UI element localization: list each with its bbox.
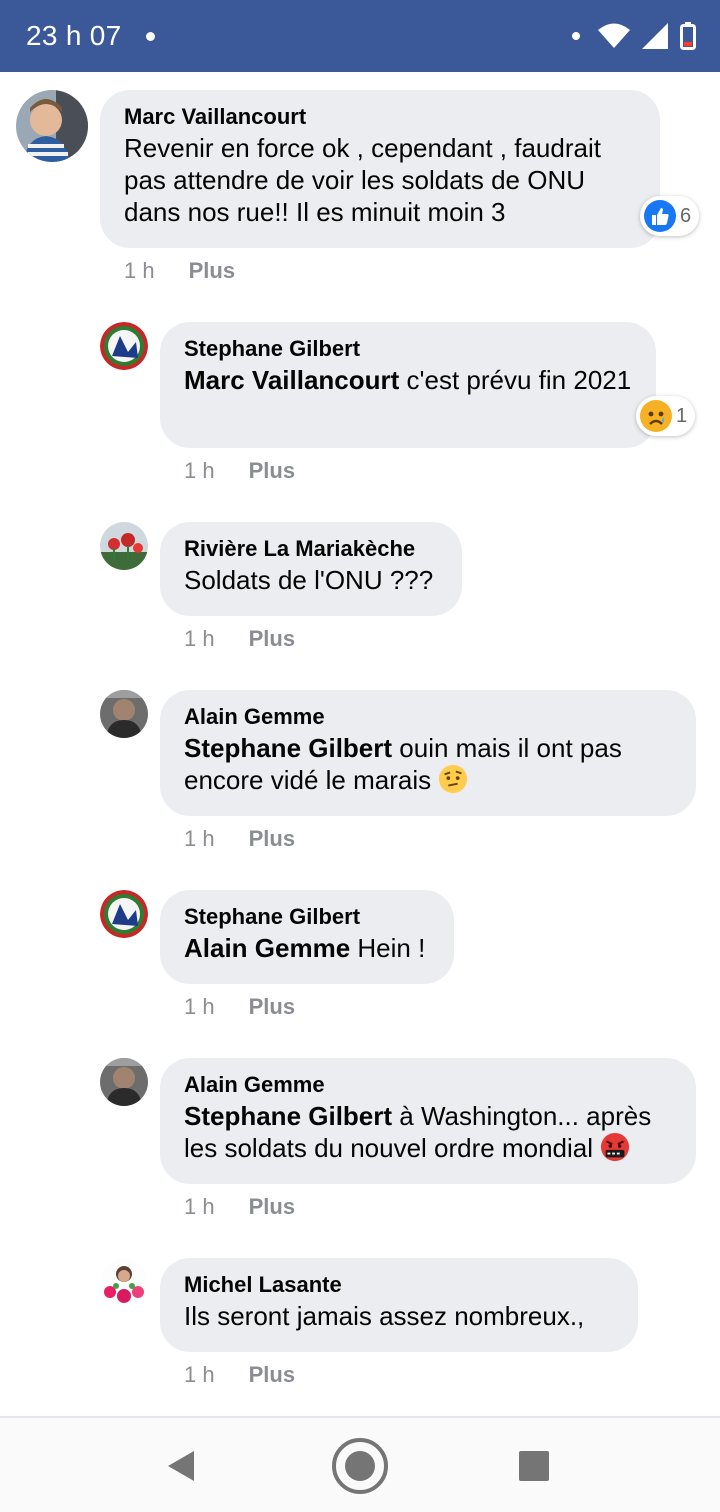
reaction-count: 1: [676, 404, 688, 427]
mention-link[interactable]: Marc Vaillancourt: [184, 365, 399, 395]
status-icons: [572, 20, 696, 52]
cursing-face-emoji-icon: [601, 1132, 630, 1162]
reaction-badge[interactable]: 1: [636, 396, 696, 436]
comment-time: 1 h: [184, 1194, 215, 1219]
comment-time: 1 h: [184, 994, 215, 1019]
mention-link[interactable]: Stephane Gilbert: [184, 1101, 392, 1131]
recents-icon: [519, 1451, 549, 1481]
comment-author[interactable]: Stephane Gilbert: [184, 334, 632, 364]
comment-author[interactable]: Alain Gemme: [184, 702, 672, 732]
more-button[interactable]: Plus: [249, 458, 295, 484]
comment-time: 1 h: [184, 1362, 215, 1387]
comment-text: Revenir en force ok , cependant , faudra…: [124, 133, 601, 227]
comment-text: Ils seront jamais assez nombreux.,: [184, 1301, 585, 1331]
status-dot-icon: [572, 32, 580, 40]
avatar[interactable]: [16, 90, 88, 162]
avatar[interactable]: [100, 1258, 148, 1306]
avatar[interactable]: [100, 1058, 148, 1106]
notification-dot-icon: [146, 32, 155, 41]
home-button[interactable]: [330, 1436, 390, 1496]
comment-author[interactable]: Marc Vaillancourt: [124, 102, 636, 132]
back-icon: [168, 1451, 194, 1481]
comment-bubble[interactable]: Rivière La Mariakèche Soldats de l'ONU ?…: [160, 522, 462, 616]
comment-author[interactable]: Rivière La Mariakèche: [184, 534, 438, 564]
comment-author[interactable]: Stephane Gilbert: [184, 902, 430, 932]
wifi-icon: [598, 23, 630, 48]
mention-link[interactable]: Stephane Gilbert: [184, 733, 392, 763]
sad-face-icon: [640, 400, 672, 432]
more-button[interactable]: Plus: [249, 1362, 295, 1388]
avatar[interactable]: [100, 322, 148, 370]
battery-low-icon: [680, 22, 696, 50]
reaction-badge[interactable]: 6: [640, 196, 700, 236]
avatar[interactable]: [100, 690, 148, 738]
comment-time: 1 h: [184, 826, 215, 851]
comment-meta: 1 h Plus: [184, 994, 295, 1020]
more-button[interactable]: Plus: [249, 994, 295, 1020]
comment-body: Hein !: [350, 933, 426, 963]
comment-bubble[interactable]: Marc Vaillancourt Revenir en force ok , …: [100, 90, 660, 248]
comment-bubble[interactable]: Stephane Gilbert Alain Gemme Hein !: [160, 890, 454, 984]
more-button[interactable]: Plus: [189, 258, 235, 284]
home-icon: [332, 1438, 388, 1494]
more-button[interactable]: Plus: [249, 826, 295, 852]
recents-button[interactable]: [504, 1436, 564, 1496]
comment-meta: 1 h Plus: [184, 826, 295, 852]
comment-time: 1 h: [184, 458, 215, 483]
comment-meta: 1 h Plus: [124, 258, 235, 284]
comment-time: 1 h: [124, 258, 155, 283]
comment-author[interactable]: Michel Lasante: [184, 1270, 614, 1300]
comment-bubble[interactable]: Michel Lasante Ils seront jamais assez n…: [160, 1258, 638, 1352]
comment-body: c'est prévu fin 2021: [399, 365, 632, 395]
comment-text: Stephane Gilbert à Washington... après l…: [184, 1100, 672, 1164]
raised-eyebrow-emoji-icon: [439, 764, 468, 794]
comment-bubble[interactable]: Alain Gemme Stephane Gilbert à Washingto…: [160, 1058, 696, 1184]
avatar[interactable]: [100, 522, 148, 570]
comment-meta: 1 h Plus: [184, 626, 295, 652]
more-button[interactable]: Plus: [249, 1194, 295, 1220]
comment-text: Stephane Gilbert ouin mais il ont pas en…: [184, 732, 672, 796]
like-icon: [644, 200, 676, 232]
navigation-bar: [0, 1416, 720, 1512]
back-button[interactable]: [152, 1436, 212, 1496]
comment-text: Alain Gemme Hein !: [184, 932, 430, 964]
comment-time: 1 h: [184, 626, 215, 651]
comment-text: Marc Vaillancourt c'est prévu fin 2021: [184, 364, 632, 396]
avatar[interactable]: [100, 890, 148, 938]
comment-meta: 1 h Plus: [184, 1194, 295, 1220]
reaction-count: 6: [680, 204, 692, 227]
comment-bubble[interactable]: Stephane Gilbert Marc Vaillancourt c'est…: [160, 322, 656, 448]
comment-author[interactable]: Alain Gemme: [184, 1070, 672, 1100]
status-time: 23 h 07: [26, 20, 122, 51]
status-bar: 23 h 07: [0, 0, 720, 72]
comment-bubble[interactable]: Alain Gemme Stephane Gilbert ouin mais i…: [160, 690, 696, 816]
more-button[interactable]: Plus: [249, 626, 295, 652]
comment-meta: 1 h Plus: [184, 1362, 295, 1388]
mention-link[interactable]: Alain Gemme: [184, 933, 350, 963]
comment-meta: 1 h Plus: [184, 458, 295, 484]
comment-text: Soldats de l'ONU ???: [184, 565, 434, 595]
signal-icon: [642, 23, 668, 49]
